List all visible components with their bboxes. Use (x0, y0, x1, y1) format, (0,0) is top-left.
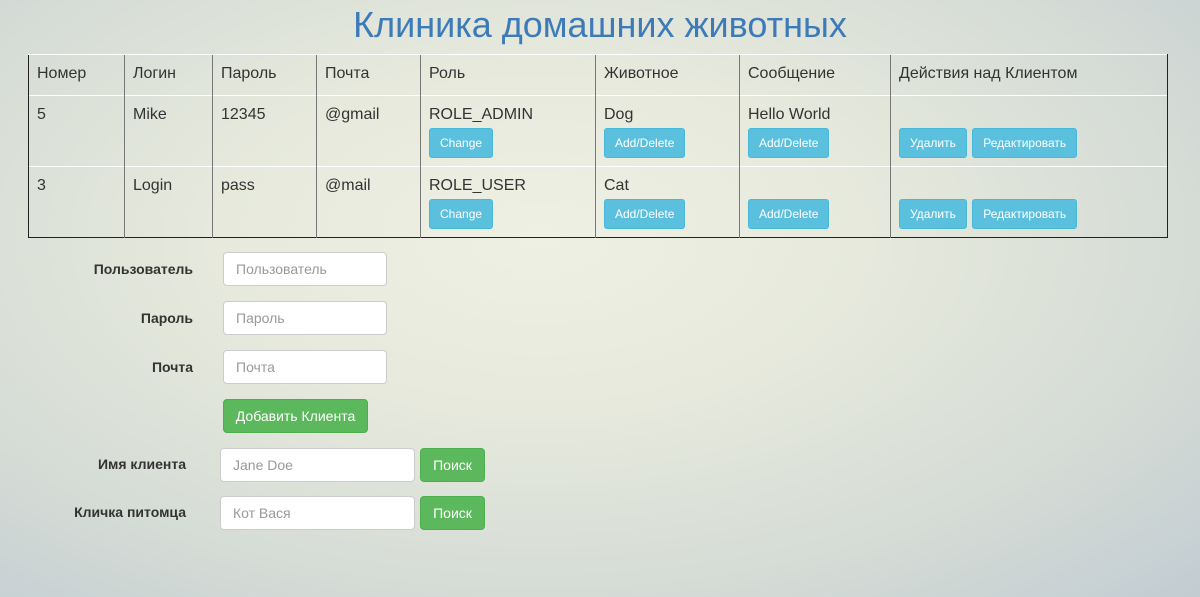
cell-login: Mike (124, 95, 213, 167)
column-header-login: Логин (124, 54, 213, 96)
pet-name-search-input[interactable] (220, 496, 415, 530)
column-header-message: Сообщение (739, 54, 891, 96)
message-add-delete-button[interactable]: Add/Delete (748, 199, 830, 229)
client-id: 5 (37, 106, 46, 123)
message-add-delete-button[interactable]: Add/Delete (748, 128, 830, 158)
user-label: Пользователь (93, 261, 193, 277)
client-name-label: Имя клиента (97, 456, 186, 472)
cell-role: ROLE_ADMIN Change (420, 95, 596, 167)
cell-password: pass (212, 166, 317, 238)
client-animal: Cat (604, 177, 629, 194)
pet-name-label: Кличка питомца (74, 504, 186, 520)
column-header-animal: Животное (595, 54, 740, 96)
client-message: Hello World (748, 106, 831, 123)
client-email: @mail (325, 177, 371, 194)
cell-email: @mail (316, 166, 421, 238)
cell-message: Hello World Add/Delete (739, 95, 891, 167)
column-header-role: Роль (420, 54, 596, 96)
cell-password: 12345 (212, 95, 317, 167)
client-id: 3 (37, 177, 46, 194)
client-role: ROLE_ADMIN (429, 106, 534, 123)
animal-add-delete-button[interactable]: Add/Delete (604, 199, 686, 229)
client-password: pass (221, 177, 255, 194)
cell-role: ROLE_USER Change (420, 166, 596, 238)
column-header-password: Пароль (212, 54, 317, 96)
cell-animal: Cat Add/Delete (595, 166, 740, 238)
client-role: ROLE_USER (429, 177, 526, 194)
animal-add-delete-button[interactable]: Add/Delete (604, 128, 686, 158)
column-header-email: Почта (316, 54, 421, 96)
client-login: Login (133, 177, 173, 194)
pet-search-button[interactable]: Поиск (420, 496, 485, 530)
user-input[interactable] (223, 252, 387, 286)
cell-id: 5 (28, 95, 125, 167)
cell-message: Add/Delete (739, 166, 891, 238)
cell-actions: Удалить Редактировать (890, 95, 1168, 167)
client-password: 12345 (221, 106, 266, 123)
client-animal: Dog (604, 106, 634, 123)
cell-actions: Удалить Редактировать (890, 166, 1168, 238)
add-client-button[interactable]: Добавить Клиента (223, 399, 368, 433)
cell-id: 3 (28, 166, 125, 238)
table-row: 5 Mike 12345 @gmail ROLE_ADMIN Change Do… (28, 95, 1168, 167)
clients-table: Номер Логин Пароль Почта Роль Животное С… (28, 54, 1168, 238)
client-name-search-input[interactable] (220, 448, 415, 482)
cell-email: @gmail (316, 95, 421, 167)
edit-client-button[interactable]: Редактировать (972, 128, 1078, 158)
client-email: @gmail (325, 106, 380, 123)
password-input[interactable] (223, 301, 387, 335)
cell-animal: Dog Add/Delete (595, 95, 740, 167)
column-header-actions: Действия над Клиентом (890, 54, 1168, 96)
cell-login: Login (124, 166, 213, 238)
page-title: Клиника домашних животных (353, 4, 847, 45)
delete-client-button[interactable]: Удалить (899, 128, 967, 158)
password-label: Пароль (140, 310, 193, 326)
client-search-button[interactable]: Поиск (420, 448, 485, 482)
table-row: 3 Login pass @mail ROLE_USER Change Cat … (28, 166, 1168, 238)
edit-client-button[interactable]: Редактировать (972, 199, 1078, 229)
column-header-id: Номер (28, 54, 125, 96)
delete-client-button[interactable]: Удалить (899, 199, 967, 229)
change-role-button[interactable]: Change (429, 128, 494, 158)
client-login: Mike (133, 106, 167, 123)
table-header-row: Номер Логин Пароль Почта Роль Животное С… (28, 54, 1168, 96)
change-role-button[interactable]: Change (429, 199, 494, 229)
email-label: Почта (151, 359, 193, 375)
email-input[interactable] (223, 350, 387, 384)
